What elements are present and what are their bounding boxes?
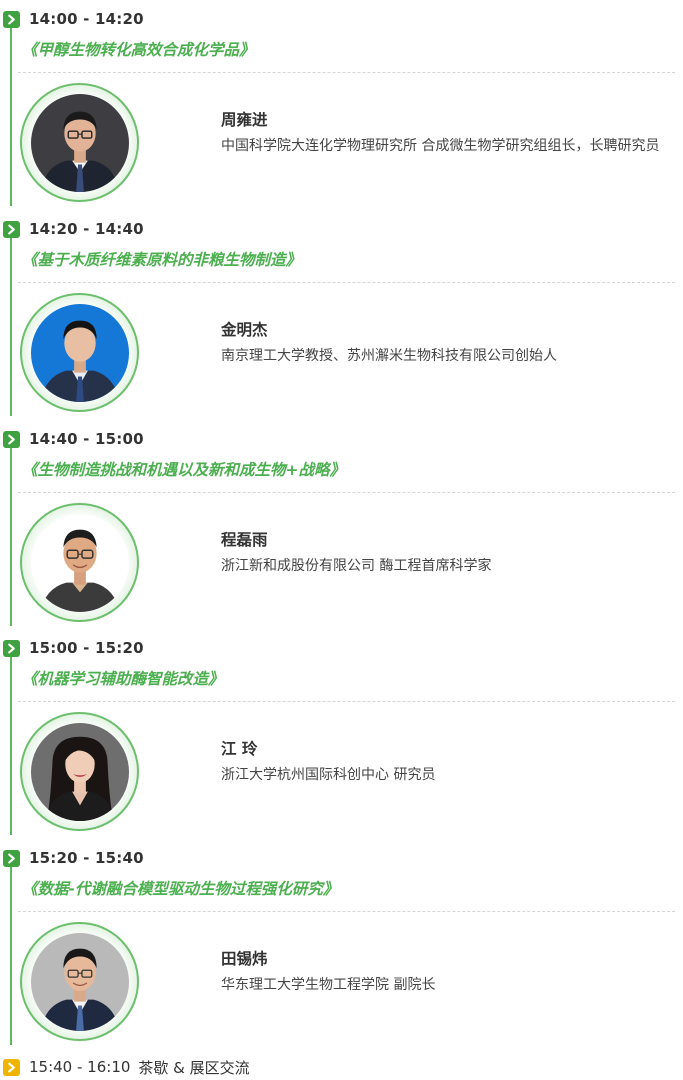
session-time: 14:40 - 15:00 <box>29 430 144 448</box>
talk-title: 《基于木质纤维素原料的非粮生物制造》 <box>22 251 302 269</box>
speaker-affiliation: 浙江大学杭州国际科创中心 研究员 <box>221 767 436 783</box>
chevron-right-icon <box>3 10 20 28</box>
agenda: 14:00 - 14:20 《甲醇生物转化高效合成化学品》 周雍进 中国科学院大… <box>0 0 683 1080</box>
speaker-affiliation: 浙江新和成股份有限公司 酶工程首席科学家 <box>221 558 492 574</box>
speaker-photo <box>30 513 129 612</box>
chevron-right-icon <box>3 1058 20 1076</box>
break-label: 茶歇 & 展区交流 <box>138 1058 250 1077</box>
timeline-rail <box>10 649 12 835</box>
timeline-rail <box>10 230 12 416</box>
session-3: 14:40 - 15:00 《生物制造挑战和机遇以及新和成生物+战略》 程磊雨 … <box>0 420 683 630</box>
session-time-row: 15:00 - 15:20 <box>3 639 144 657</box>
session-2: 14:20 - 14:40 《基于木质纤维素原料的非粮生物制造》 金明杰 南京理… <box>0 210 683 420</box>
speaker-photo <box>30 722 129 821</box>
chevron-right-icon <box>3 849 20 867</box>
divider <box>18 701 675 702</box>
session-time: 14:20 - 14:40 <box>29 220 144 238</box>
session-5: 15:20 - 15:40 《数据-代谢融合模型驱动生物过程强化研究》 田锡炜 … <box>0 839 683 1049</box>
timeline-rail <box>10 859 12 1045</box>
speaker-avatar-frame <box>20 712 139 831</box>
divider <box>18 492 675 493</box>
talk-title: 《生物制造挑战和机遇以及新和成生物+战略》 <box>22 461 345 479</box>
chevron-right-icon <box>3 430 20 448</box>
session-time: 15:00 - 15:20 <box>29 639 144 657</box>
session-4: 15:00 - 15:20 《机器学习辅助酶智能改造》 江 玲 浙江大学杭州国际… <box>0 629 683 839</box>
speaker-name: 金明杰 <box>221 321 268 339</box>
speaker-avatar-frame <box>20 922 139 1041</box>
speaker-affiliation: 华东理工大学生物工程学院 副院长 <box>221 977 436 993</box>
session-time: 14:00 - 14:20 <box>29 10 144 28</box>
speaker-affiliation: 中国科学院大连化学物理研究所 合成微生物学研究组组长，长聘研究员 <box>221 138 660 154</box>
chevron-right-icon <box>3 220 20 238</box>
session-1: 14:00 - 14:20 《甲醇生物转化高效合成化学品》 周雍进 中国科学院大… <box>0 0 683 210</box>
talk-title: 《数据-代谢融合模型驱动生物过程强化研究》 <box>22 880 339 898</box>
speaker-avatar-frame <box>20 83 139 202</box>
session-time-row: 15:20 - 15:40 <box>3 849 144 867</box>
timeline-rail <box>10 440 12 626</box>
divider <box>18 911 675 912</box>
session-time-row: 14:00 - 14:20 <box>3 10 144 28</box>
session-time-row: 14:40 - 15:00 <box>3 430 144 448</box>
speaker-photo <box>30 93 129 192</box>
session-time: 15:20 - 15:40 <box>29 849 144 867</box>
talk-title: 《机器学习辅助酶智能改造》 <box>22 670 224 688</box>
speaker-name: 周雍进 <box>221 111 268 129</box>
speaker-photo <box>30 932 129 1031</box>
speaker-avatar-frame <box>20 293 139 412</box>
divider <box>18 72 675 73</box>
speaker-name: 江 玲 <box>221 740 258 758</box>
session-time-row: 14:20 - 14:40 <box>3 220 144 238</box>
speaker-affiliation: 南京理工大学教授、苏州澥米生物科技有限公司创始人 <box>221 348 557 364</box>
speaker-name: 程磊雨 <box>221 531 268 549</box>
talk-title: 《甲醇生物转化高效合成化学品》 <box>22 41 255 59</box>
divider <box>18 282 675 283</box>
chevron-right-icon <box>3 639 20 657</box>
break-row: 15:40 - 16:10 茶歇 & 展区交流 <box>3 1057 250 1077</box>
timeline-rail <box>10 20 12 206</box>
speaker-name: 田锡炜 <box>221 950 268 968</box>
break-time: 15:40 - 16:10 <box>29 1058 131 1076</box>
speaker-avatar-frame <box>20 503 139 622</box>
speaker-photo <box>30 303 129 402</box>
